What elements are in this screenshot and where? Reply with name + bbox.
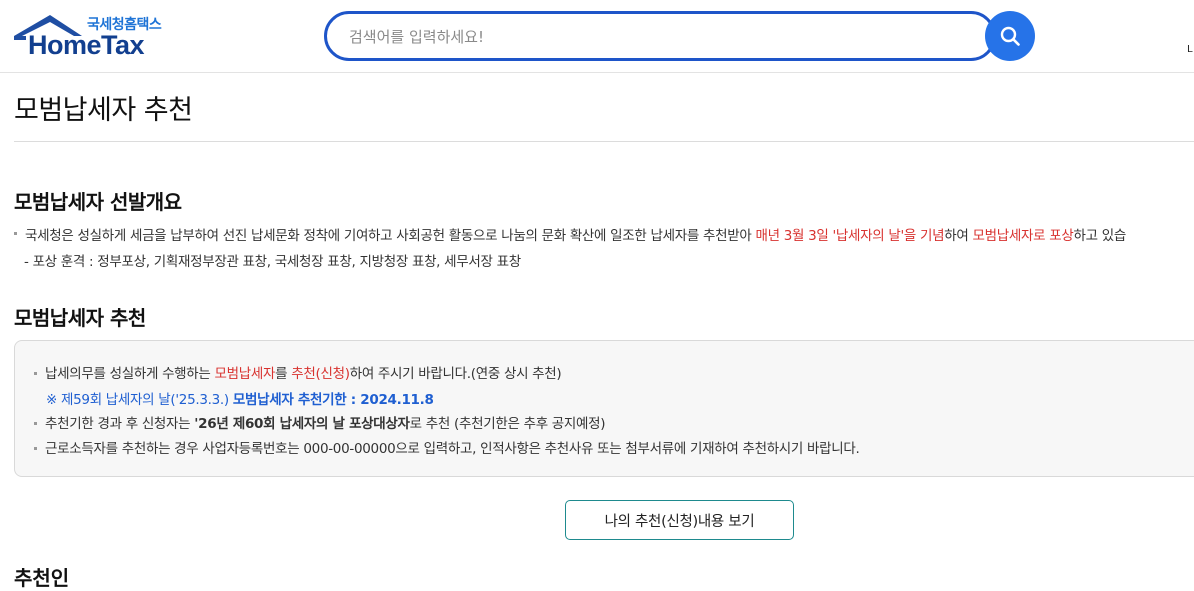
search-button[interactable]	[985, 11, 1035, 61]
logo-title: HomeTax	[28, 30, 145, 60]
notice-highlight: 추천(신청)	[291, 366, 350, 382]
deadline-text: ※ 제59회 납세자의 날('25.3.3.)	[46, 392, 233, 408]
notice-item-1: 납세의무를 성실하게 수행하는 모범납세자를 추천(신청)하여 주시기 바랍니다…	[34, 362, 562, 382]
notice-text: 추천기한 경과 후 신청자는	[45, 416, 195, 432]
recommend-heading: 모범납세자 추천	[14, 306, 146, 330]
bullet-icon	[34, 447, 37, 450]
award-grades: - 포상 훈격 : 정부포상, 기획재정부장관 표창, 국세청장 표창, 지방청…	[24, 254, 521, 270]
title-divider	[14, 141, 1194, 142]
notice-text: 로 추천 (추천기한은 추후 공지예정)	[409, 416, 606, 432]
notice-text: 를	[275, 366, 292, 382]
overview-highlight-date: 매년 3월 3일 '납세자의 날'을 기념	[755, 228, 945, 244]
deadline-note: ※ 제59회 납세자의 날('25.3.3.) 모범납세자 추천기한 : 202…	[46, 388, 434, 408]
notice-item-3: 근로소득자를 추천하는 경우 사업자등록번호는 000-00-00000으로 입…	[34, 437, 860, 457]
search-icon	[1000, 26, 1020, 46]
notice-text: 근로소득자를 추천하는 경우 사업자등록번호는 000-00-00000으로 입…	[45, 441, 860, 457]
overview-text-a: 국세청은 성실하게 세금을 납부하여 선진 납세문화 정착에 기여하고 사회공헌…	[25, 228, 756, 244]
notice-text: 하여 주시기 바랍니다.(연중 상시 추천)	[349, 366, 562, 382]
deadline-date: 모범납세자 추천기한 : 2024.11.8	[232, 392, 434, 408]
search-input[interactable]	[347, 24, 971, 50]
bullet-icon	[14, 231, 17, 235]
bullet-icon	[34, 422, 37, 425]
hometax-logo[interactable]: 국세청홈택스 HomeTax	[12, 10, 172, 66]
notice-highlight: 모범납세자	[214, 366, 276, 382]
next-section-heading: 추천인	[14, 566, 70, 590]
overview-text-c: 하고 있습	[1073, 228, 1126, 244]
header-edge-text: L	[1187, 44, 1193, 55]
notice-bold: '26년 제60회 납세자의 날 포상대상자	[194, 416, 410, 432]
overview-heading: 모범납세자 선발개요	[14, 190, 182, 214]
view-my-recommendation-button[interactable]: 나의 추천(신청)내용 보기	[565, 500, 794, 540]
page-title: 모범납세자 추천	[14, 95, 193, 126]
search-box	[324, 11, 996, 61]
overview-highlight-award: 모범납세자로 포상	[972, 228, 1074, 244]
notice-text: 납세의무를 성실하게 수행하는	[45, 366, 215, 382]
bullet-icon	[34, 372, 37, 375]
overview-line: 국세청은 성실하게 세금을 납부하여 선진 납세문화 정착에 기여하고 사회공헌…	[14, 224, 1126, 244]
site-header: 국세청홈택스 HomeTax L	[0, 0, 1194, 73]
overview-text-b: 하여	[944, 228, 973, 244]
notice-item-2: 추천기한 경과 후 신청자는 '26년 제60회 납세자의 날 포상대상자로 추…	[34, 412, 606, 432]
